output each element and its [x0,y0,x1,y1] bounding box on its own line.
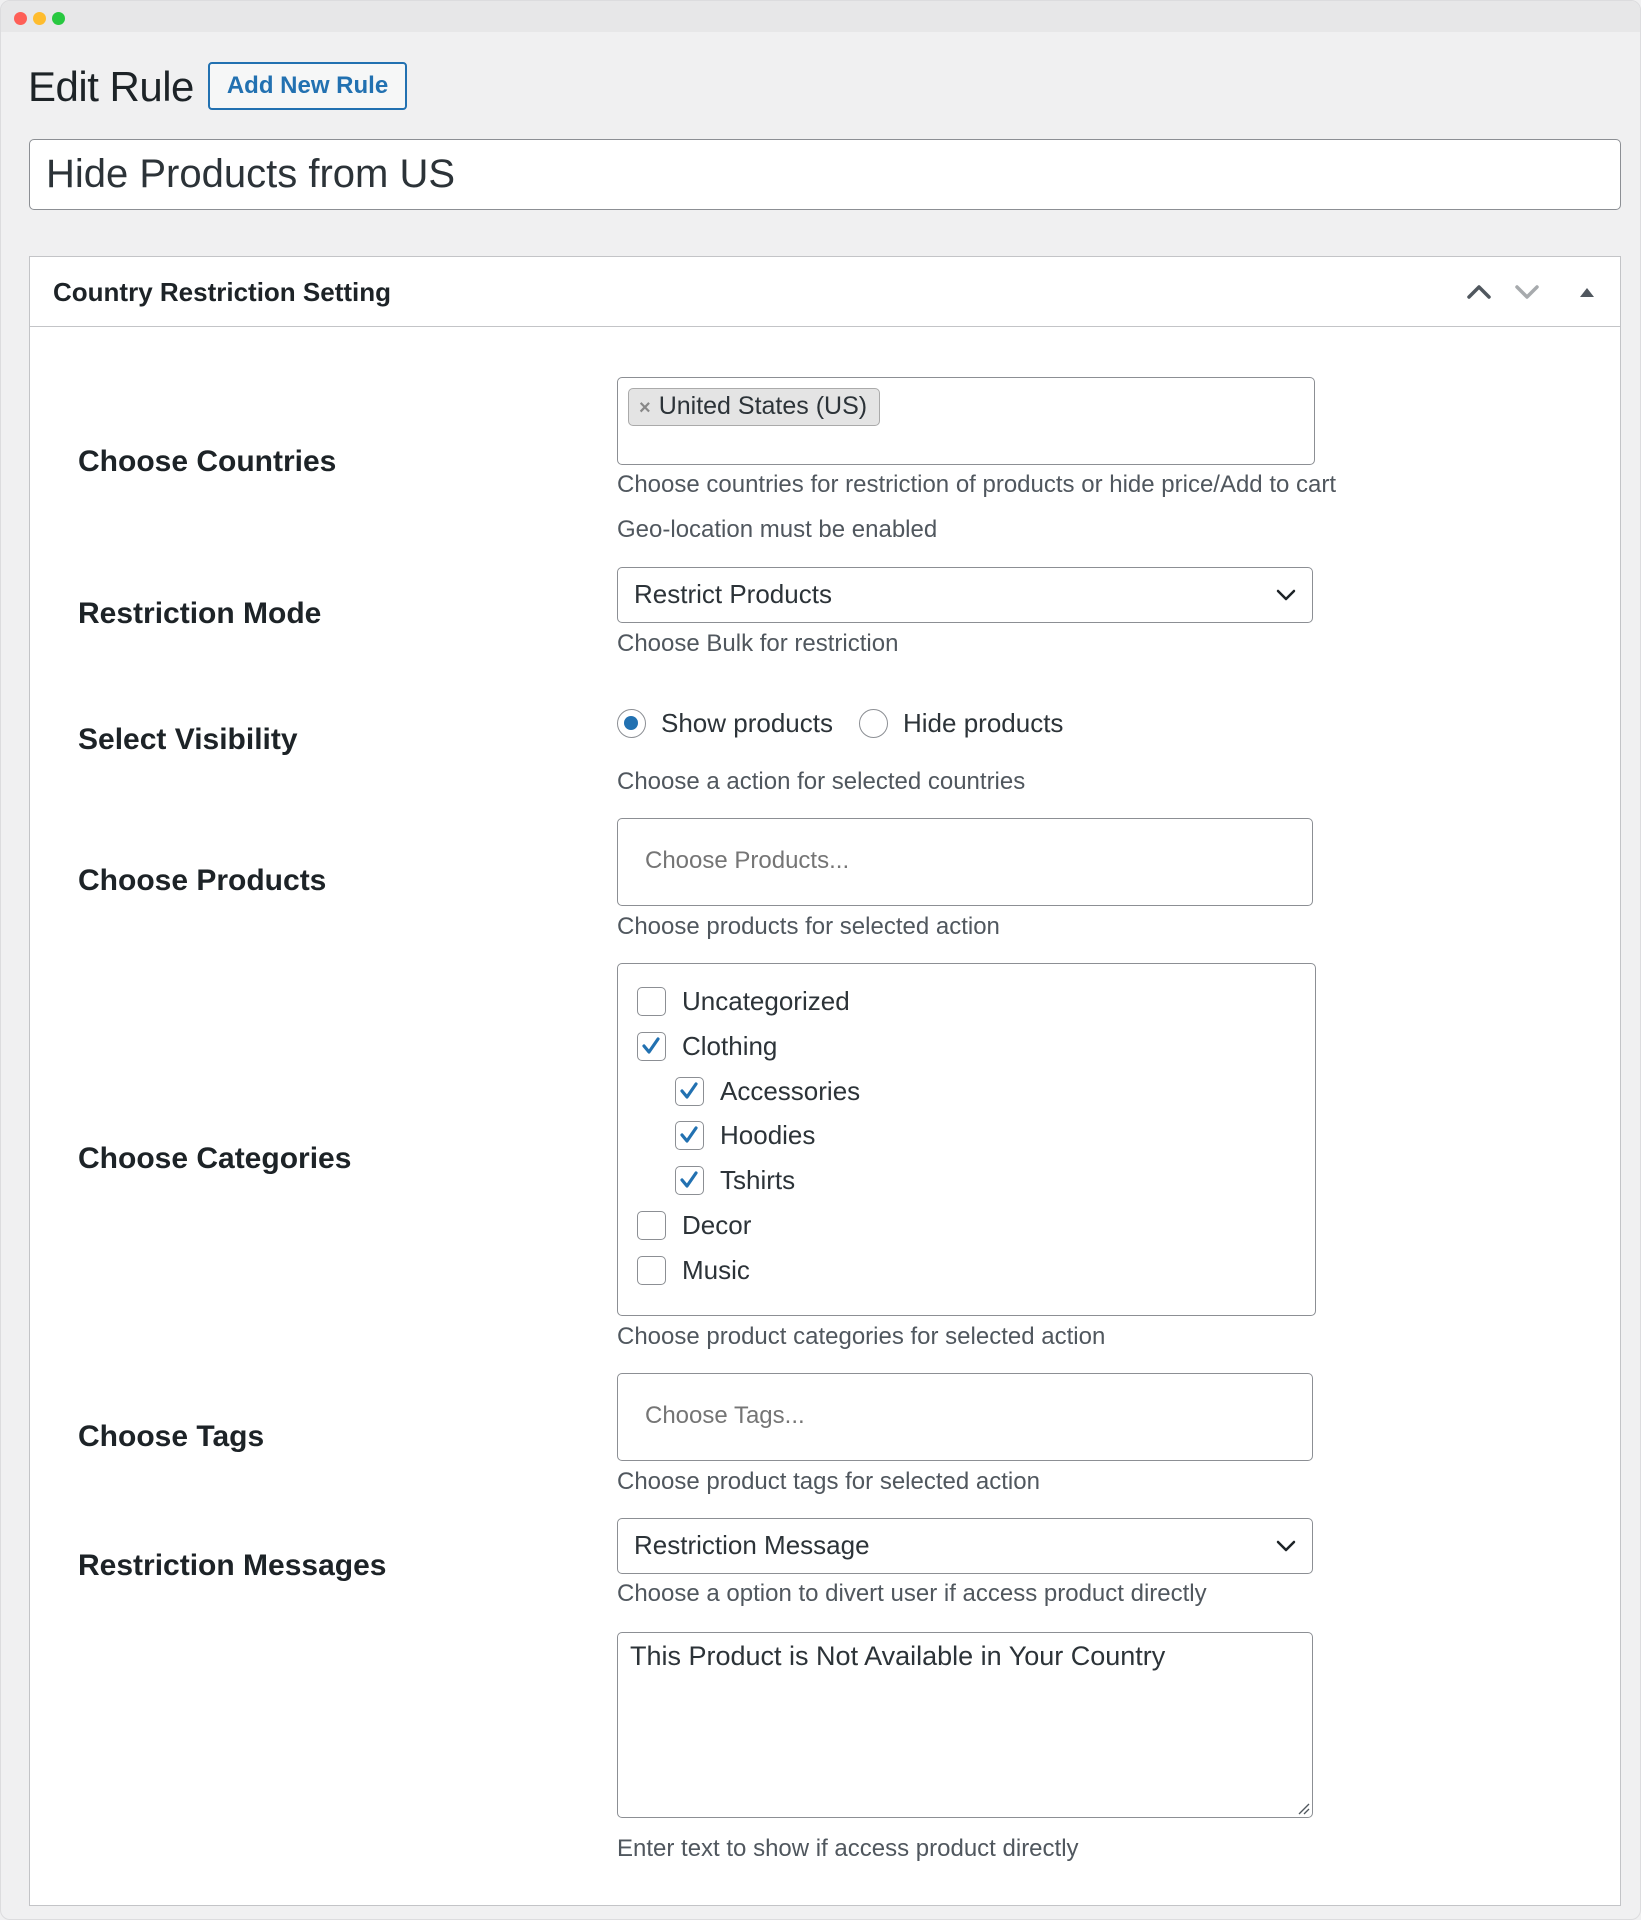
country-tag-label: United States (US) [658,392,868,420]
chevron-up-icon [1467,285,1491,299]
category-checkbox[interactable] [637,1211,666,1240]
category-item[interactable]: Music [637,1255,750,1286]
category-label: Tshirts [720,1165,796,1196]
category-item[interactable]: Accessories [675,1076,860,1107]
checkmark-icon [680,1171,698,1188]
category-item[interactable]: Tshirts [675,1165,795,1196]
country-restriction-postbox: Country Restriction Setting Choose Count… [29,256,1621,1906]
window-titlebar [1,1,1640,32]
postbox-header: Country Restriction Setting [30,257,1620,327]
restriction-message-select[interactable]: Restriction Message [617,1518,1313,1574]
category-label: Hoodies [720,1120,816,1151]
restriction-message-value: Restriction Message [634,1530,870,1560]
restriction-message-textarea[interactable]: This Product is Not Available in Your Co… [617,1632,1313,1818]
category-checkbox[interactable] [637,1031,666,1061]
page-title: Edit Rule [28,63,194,110]
radio-label: Hide products [903,708,1064,738]
checkmark-icon [680,1081,698,1099]
radio-button[interactable] [859,709,888,738]
restriction-mode-value: Restrict Products [634,579,832,609]
categories-checklist: Uncategorized Clothing Accessories Hoodies T… [617,963,1316,1316]
restriction-mode-label: Restriction Mode [78,597,322,630]
move-up-button[interactable] [1462,275,1496,309]
choose-tags-label: Choose Tags [78,1420,265,1453]
products-description: Choose products for selected action [617,913,1000,940]
app-window: Edit Rule Add New Rule Country Restricti… [0,0,1641,1920]
categories-description: Choose product categories for selected a… [617,1323,1106,1350]
category-label: Uncategorized [682,986,850,1016]
category-checkbox[interactable] [637,987,666,1016]
close-window-button[interactable] [14,12,27,25]
category-item[interactable]: Decor [637,1210,751,1241]
products-placeholder: Choose Products... [645,847,850,874]
rule-title-input[interactable] [29,139,1621,210]
maximize-window-button[interactable] [52,12,65,25]
radio-button[interactable] [617,709,646,738]
remove-tag-icon[interactable]: × [639,397,651,419]
tags-select[interactable]: Choose Tags... [617,1373,1313,1461]
toggle-panel-button[interactable] [1570,275,1604,309]
choose-countries-label: Choose Countries [78,445,337,478]
country-tag: × United States (US) [628,388,881,426]
category-checkbox[interactable] [675,1121,704,1151]
checkmark-icon [642,1037,660,1054]
chevron-down-icon [1276,589,1296,601]
category-item[interactable]: Hoodies [675,1120,815,1151]
chevron-down-icon [1515,285,1539,299]
restriction-mode-description: Choose Bulk for restriction [617,630,899,657]
tags-placeholder: Choose Tags... [645,1402,805,1429]
radio-show-products[interactable]: Show products [617,708,833,739]
category-label: Clothing [682,1030,778,1061]
category-checkbox[interactable] [637,1255,666,1285]
restriction-message-description: Choose a option to divert user if access… [617,1580,1207,1607]
select-visibility-label: Select Visibility [78,723,298,756]
radio-hide-products[interactable]: Hide products [859,708,1063,739]
choose-categories-label: Choose Categories [78,1142,352,1175]
add-new-rule-button[interactable]: Add New Rule [208,62,407,110]
category-checkbox[interactable] [675,1166,704,1196]
minimize-window-button[interactable] [33,12,46,25]
resize-handle-icon[interactable] [1296,1801,1310,1815]
restriction-message-text: This Product is Not Available in Your Co… [630,1641,1166,1671]
category-label: Music [682,1254,750,1285]
move-down-button[interactable] [1510,275,1544,309]
products-select[interactable]: Choose Products... [617,818,1313,906]
radio-label: Show products [661,708,833,738]
category-label: Decor [682,1210,752,1240]
restriction-mode-select[interactable]: Restrict Products [617,567,1313,623]
category-item[interactable]: Uncategorized [637,986,850,1017]
chevron-down-icon [1276,1540,1296,1552]
checkmark-icon [680,1126,698,1143]
category-label: Accessories [720,1075,861,1106]
countries-description: Choose countries for restriction of prod… [617,471,1337,498]
countries-select[interactable]: × United States (US) [617,377,1315,465]
category-item[interactable]: Clothing [637,1031,777,1062]
triangle-up-icon [1580,288,1594,297]
category-checkbox[interactable] [675,1076,704,1106]
visibility-description: Choose a action for selected countries [617,768,1026,795]
geolocation-note: Geo-location must be enabled [617,516,938,543]
choose-products-label: Choose Products [78,864,327,897]
message-text-description: Enter text to show if access product dir… [617,1835,1079,1862]
restriction-messages-label: Restriction Messages [78,1549,387,1582]
postbox-title: Country Restriction Setting [53,277,392,307]
tags-description: Choose product tags for selected action [617,1468,1040,1495]
